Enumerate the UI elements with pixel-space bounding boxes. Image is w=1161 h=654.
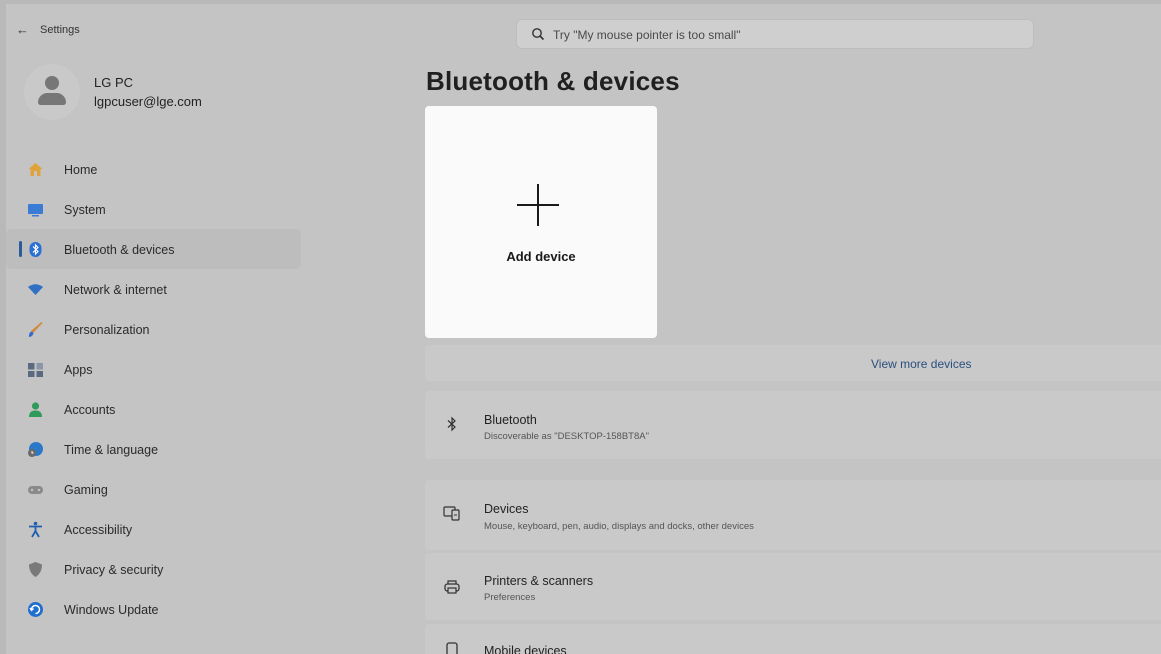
bluetooth-title: Bluetooth (484, 413, 537, 427)
sidebar-item-network[interactable]: Network & internet (6, 269, 301, 309)
page-title: Bluetooth & devices (426, 66, 680, 96)
view-more-devices-row: View more devices (425, 345, 1161, 381)
search-input[interactable] (553, 26, 1023, 44)
settings-window: ← Settings LG PC lgpcuser@lge.com Home S… (6, 4, 1161, 654)
sidebar-item-label: Network & internet (64, 283, 167, 297)
add-device-label: Add device (506, 249, 576, 264)
add-device-button[interactable]: Add device (425, 106, 657, 338)
bluetooth-icon (29, 242, 42, 257)
globe-clock-icon (28, 442, 43, 457)
search-box[interactable] (516, 19, 1034, 49)
wifi-icon (28, 284, 43, 295)
sidebar-item-label: Privacy & security (64, 563, 164, 577)
gamepad-icon (28, 486, 43, 494)
printers-scanners-row[interactable]: Printers & scanners Preferences (425, 553, 1161, 620)
home-icon (28, 163, 43, 176)
printer-icon (444, 580, 460, 594)
selection-indicator (19, 241, 22, 257)
sidebar-item-label: Bluetooth & devices (64, 243, 175, 257)
arrow-left-icon[interactable]: ← (16, 22, 29, 37)
update-icon (28, 602, 43, 617)
devices-row[interactable]: Devices Mouse, keyboard, pen, audio, dis… (425, 480, 1161, 550)
shield-icon (29, 562, 42, 577)
sidebar-item-apps[interactable]: Apps (6, 349, 301, 389)
printers-title: Printers & scanners (484, 574, 594, 588)
sidebar-item-accessibility[interactable]: Accessibility (6, 509, 301, 549)
avatar[interactable] (24, 64, 80, 120)
bluetooth-subtitle: Discoverable as "DESKTOP-158BT8A" (484, 431, 649, 442)
sidebar-item-time-language[interactable]: Time & language (6, 429, 301, 469)
sidebar-item-label: Home (64, 163, 98, 177)
devices-title: Devices (484, 502, 529, 516)
devices-icon (443, 506, 460, 521)
bluetooth-icon (447, 416, 456, 432)
mobile-title: Mobile devices (484, 644, 567, 654)
sidebar-item-label: Accounts (64, 403, 116, 417)
bluetooth-row[interactable]: Bluetooth Discoverable as "DESKTOP-158BT… (425, 391, 1161, 459)
sidebar-item-label: Apps (64, 363, 93, 377)
sidebar-item-label: Gaming (64, 483, 108, 497)
user-email: lgpcuser@lge.com (94, 94, 202, 109)
brush-icon (28, 321, 43, 337)
search-icon (532, 28, 545, 41)
printers-subtitle: Preferences (484, 592, 536, 603)
person-icon (29, 402, 42, 417)
apps-icon (28, 363, 43, 377)
monitor-icon (28, 204, 43, 217)
sidebar-item-personalization[interactable]: Personalization (6, 309, 301, 349)
sidebar-item-bluetooth-devices[interactable]: Bluetooth & devices (6, 229, 301, 269)
plus-icon (515, 182, 561, 228)
sidebar-item-windows-update[interactable]: Windows Update (6, 589, 301, 629)
app-title: Settings (40, 24, 80, 36)
sidebar-item-gaming[interactable]: Gaming (6, 469, 301, 509)
sidebar-item-label: System (64, 203, 106, 217)
sidebar-nav: Home System Bluetooth & devices Network … (6, 149, 306, 629)
title-bar: ← Settings (6, 4, 1161, 52)
phone-icon (446, 642, 458, 654)
sidebar-item-system[interactable]: System (6, 189, 301, 229)
mobile-devices-row[interactable]: Mobile devices (425, 624, 1161, 654)
accessibility-icon (29, 521, 42, 538)
sidebar-item-label: Time & language (64, 443, 159, 457)
sidebar-item-home[interactable]: Home (6, 149, 301, 189)
sidebar-item-label: Windows Update (64, 603, 159, 617)
view-more-devices-link[interactable]: View more devices (871, 357, 972, 371)
sidebar-item-label: Accessibility (64, 523, 133, 537)
sidebar-item-label: Personalization (64, 323, 150, 337)
sidebar-item-privacy-security[interactable]: Privacy & security (6, 549, 301, 589)
user-name: LG PC (94, 75, 134, 90)
devices-subtitle: Mouse, keyboard, pen, audio, displays an… (484, 521, 754, 532)
sidebar-item-accounts[interactable]: Accounts (6, 389, 301, 429)
